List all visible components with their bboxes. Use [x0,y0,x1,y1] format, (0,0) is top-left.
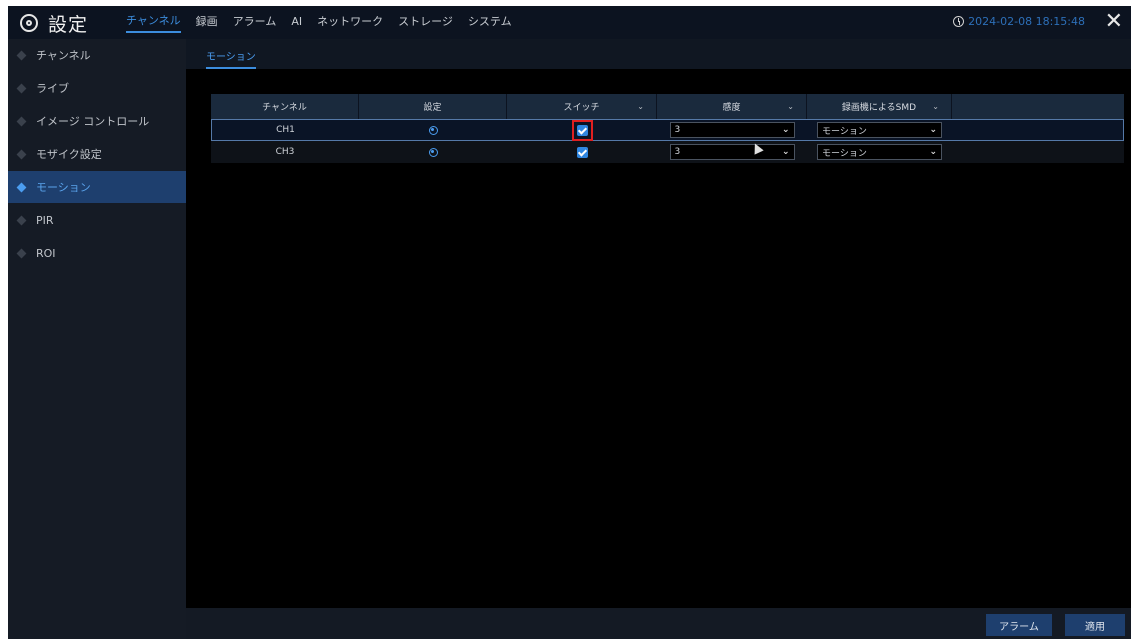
diamond-icon [16,182,27,192]
select-value: モーション [822,126,867,137]
column-header-sensitivity[interactable]: 感度 ⌄ [657,94,807,119]
sidebar-item-pir[interactable]: PIR [8,204,186,236]
bottom-bar: アラーム 適用 [186,608,1131,639]
diamond-icon [16,248,27,258]
diamond-icon [16,116,27,126]
chevron-down-icon: ⌄ [929,125,937,135]
title-area: 設定 [20,9,88,37]
column-header-setting: 設定 [359,94,507,119]
sidebar-item-motion[interactable]: モーション [8,171,186,203]
table-row[interactable]: CH1 3 ⌄ モーション ⌄ [211,119,1124,141]
switch-checkbox[interactable] [576,124,588,136]
diamond-icon [16,50,27,60]
select-value: モーション [822,148,867,159]
clock-icon [953,16,965,27]
column-header-label: 録画機によるSMD [841,103,917,113]
sidebar-item-live[interactable]: ライブ [8,72,186,104]
sidebar-item-channel[interactable]: チャンネル [8,39,186,71]
sidebar-item-label: イメージ コントロール [36,115,150,128]
apply-button[interactable]: 適用 [1065,614,1125,636]
column-header-switch[interactable]: スイッチ ⌄ [507,94,657,119]
close-icon[interactable]: ✕ [1105,9,1123,35]
smd-cell: モーション ⌄ [807,120,952,140]
subtab-motion[interactable]: モーション [206,48,256,69]
sidebar-item-label: PIR [36,213,54,227]
tab-channel[interactable]: チャンネル [126,12,181,33]
column-header-smd[interactable]: 録画機によるSMD ⌄ [807,94,952,119]
channel-cell: CH1 [276,125,295,135]
switch-checkbox[interactable] [576,146,588,158]
subtab-bar: モーション [186,39,1131,69]
switch-cell [507,119,657,141]
column-header-label: 感度 [722,103,741,113]
column-header-label: チャンネル [262,103,307,113]
column-header-label: 設定 [423,103,442,113]
smd-cell: モーション ⌄ [807,141,952,163]
smd-select[interactable]: モーション ⌄ [817,122,942,138]
sidebar-item-label: ROI [36,246,56,260]
sensitivity-cell: 3 ⌄ [657,141,807,163]
diamond-icon [16,83,27,93]
page-title: 設定 [48,13,89,36]
diamond-icon [16,149,27,159]
highlight-box [571,119,593,141]
chevron-down-icon[interactable]: ⌄ [932,102,939,111]
chevron-down-icon: ⌄ [929,147,937,157]
column-header-channel: チャンネル [211,94,359,119]
smd-select[interactable]: モーション ⌄ [817,144,942,160]
settings-target-icon[interactable] [428,147,438,157]
sensitivity-select[interactable]: 3 ⌄ [669,144,795,160]
tab-system[interactable]: システム [468,13,512,32]
gear-icon [20,14,38,32]
chevron-down-icon[interactable]: ⌄ [637,102,644,111]
datetime-text: 2024-02-08 18:15:48 [968,15,1085,28]
channel-cell: CH3 [275,147,295,157]
sidebar-item-roi[interactable]: ROI [8,237,186,269]
switch-cell [507,141,657,163]
diamond-icon [16,215,27,225]
chevron-down-icon: ⌄ [781,147,790,157]
column-header-empty [952,94,1124,119]
motion-table: チャンネル 設定 スイッチ ⌄ 感度 ⌄ 録画機によるSMD ⌄ CH1 3 ⌄… [211,94,1124,163]
sidebar-item-label: チャンネル [36,49,91,62]
setting-cell [359,120,507,140]
sidebar-item-image-control[interactable]: イメージ コントロール [8,105,186,137]
tab-record[interactable]: 録画 [196,13,218,32]
setting-cell [359,141,507,163]
column-header-label: スイッチ [563,103,600,113]
sidebar-item-label: ライブ [36,82,69,95]
chevron-down-icon[interactable]: ⌄ [787,102,794,111]
alarm-button[interactable]: アラーム [986,614,1052,636]
sensitivity-cell: 3 ⌄ [657,120,807,140]
select-value: 3 [674,125,681,135]
select-value: 3 [674,147,681,157]
sensitivity-select[interactable]: 3 ⌄ [669,122,795,138]
sidebar-item-mosaic[interactable]: モザイク設定 [8,138,186,170]
sidebar-item-label: モーション [36,181,91,194]
sidebar: チャンネル ライブ イメージ コントロール モザイク設定 モーション PIR R… [8,39,186,639]
settings-target-icon[interactable] [428,125,438,135]
top-bar: 設定 チャンネル 録画 アラーム AI ネットワーク ストレージ システム 20… [8,6,1131,39]
main-tabs: チャンネル 録画 アラーム AI ネットワーク ストレージ システム [126,6,527,39]
datetime-display: 2024-02-08 18:15:48 [953,15,1085,28]
table-row[interactable]: CH3 3 ⌄ モーション ⌄ [211,141,1124,163]
tab-ai[interactable]: AI [291,15,302,31]
tab-alarm[interactable]: アラーム [233,13,277,32]
chevron-down-icon: ⌄ [781,125,790,135]
sidebar-item-label: モザイク設定 [36,148,102,161]
tab-network[interactable]: ネットワーク [317,13,383,32]
table-header: チャンネル 設定 スイッチ ⌄ 感度 ⌄ 録画機によるSMD ⌄ [211,94,1124,119]
tab-storage[interactable]: ストレージ [398,13,453,32]
dvr-settings-screen: 設定 チャンネル 録画 アラーム AI ネットワーク ストレージ システム 20… [8,6,1131,639]
